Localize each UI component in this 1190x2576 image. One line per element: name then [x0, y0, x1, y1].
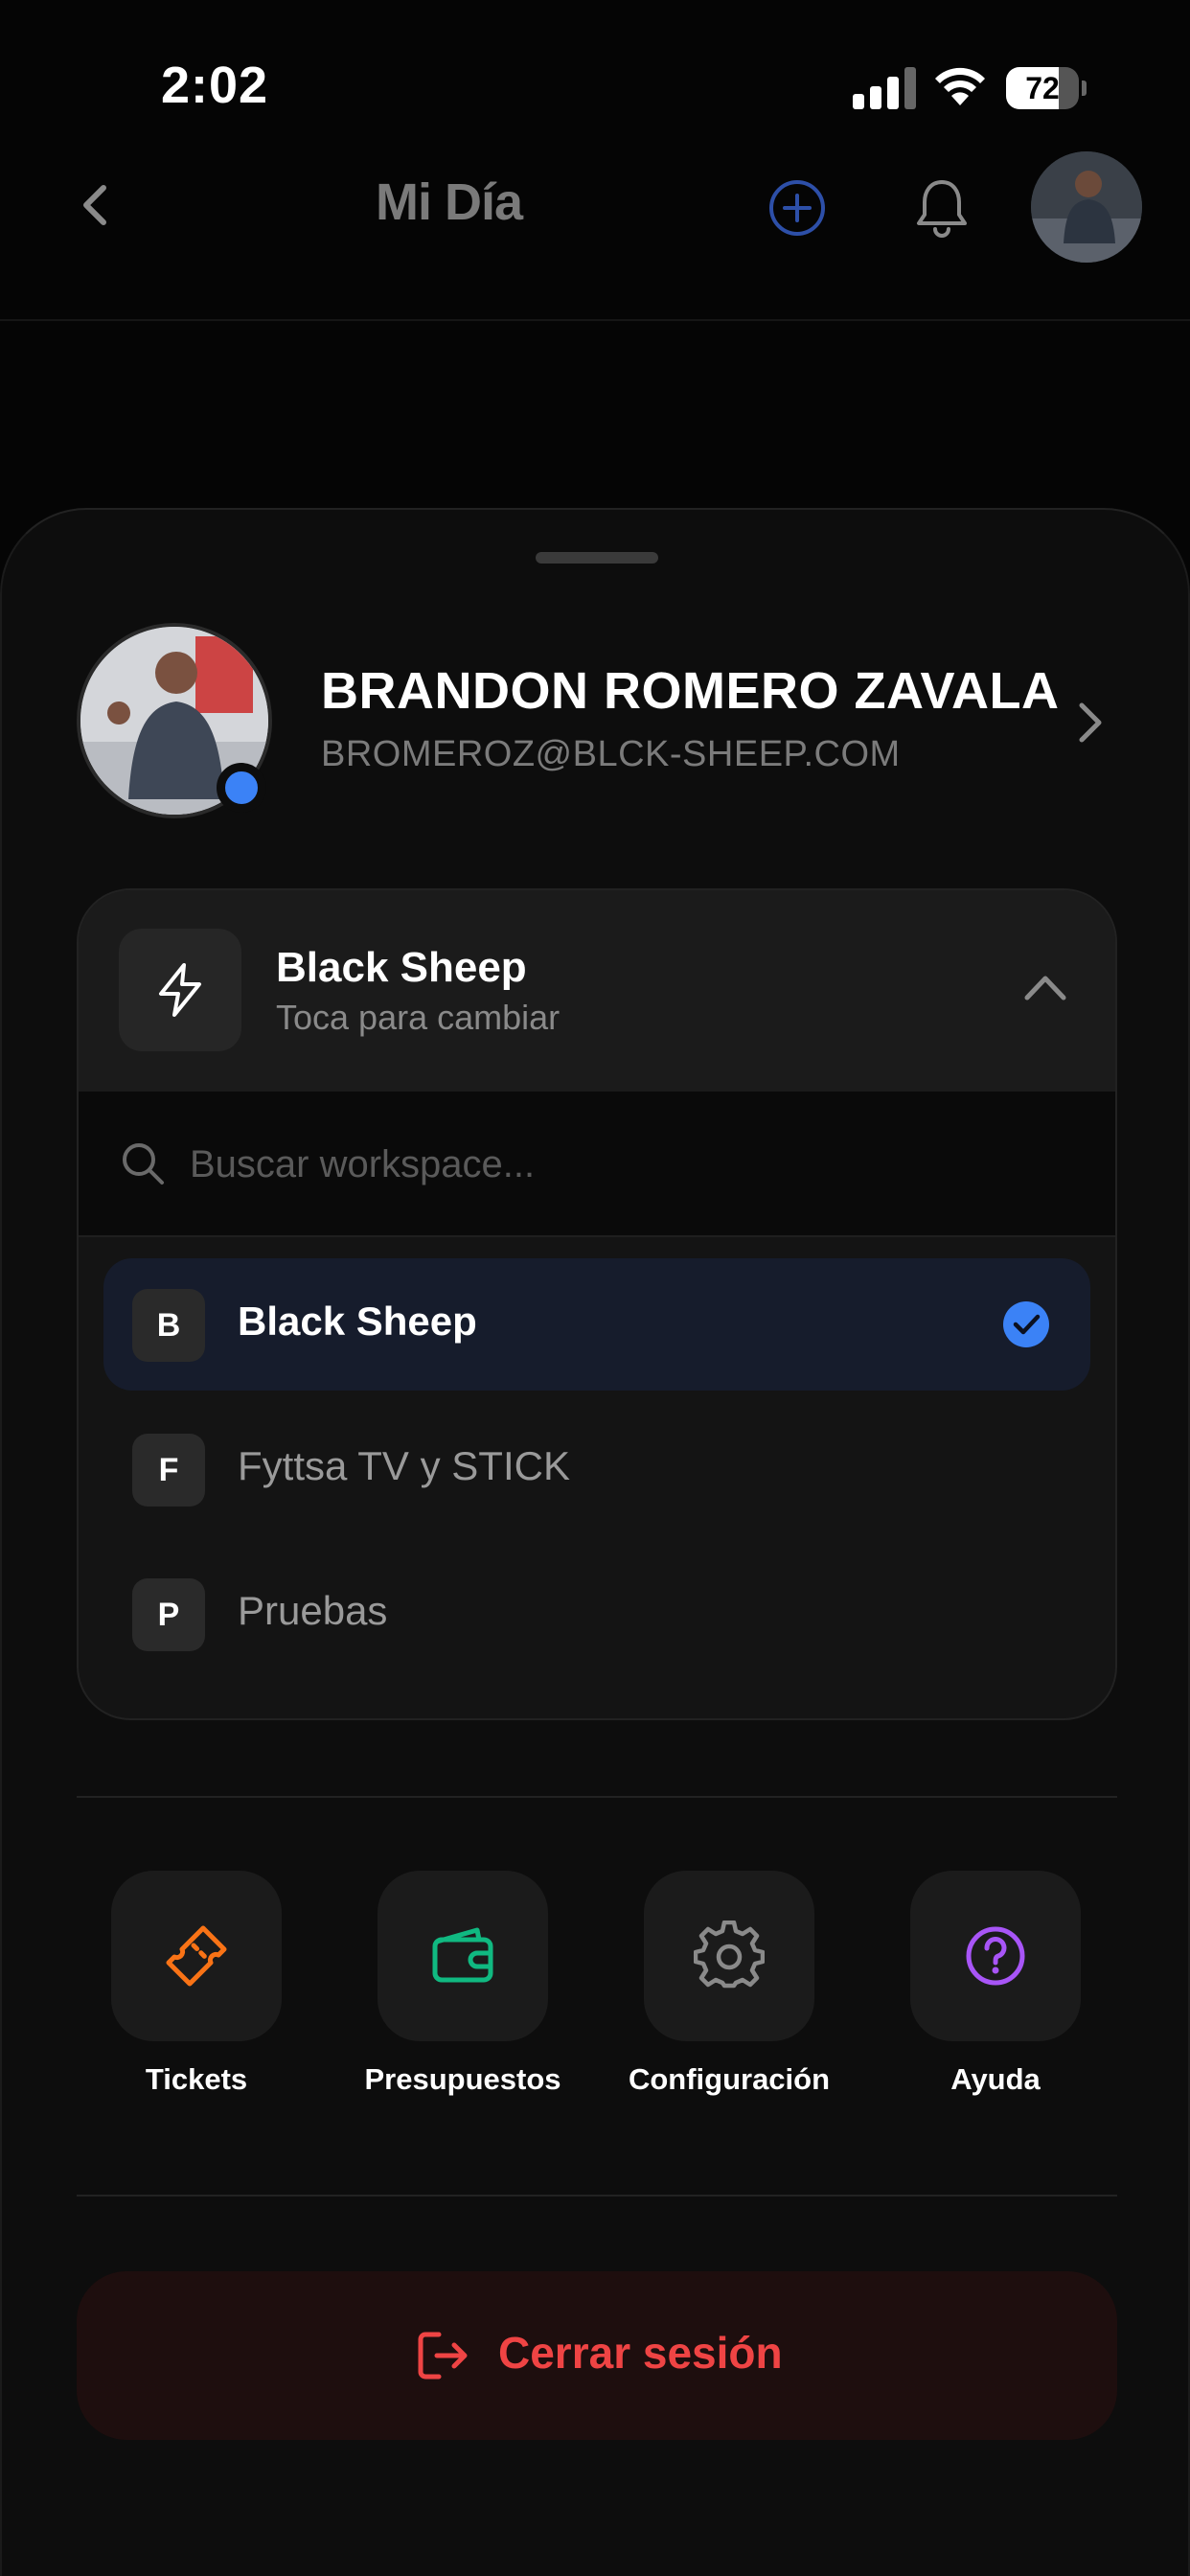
online-status-dot [217, 763, 266, 813]
help-icon [966, 1926, 1025, 1986]
wifi-icon [935, 67, 985, 105]
add-circle-icon[interactable] [767, 177, 828, 239]
workspace-current[interactable]: Black Sheep Toca para cambiar [79, 890, 1115, 1092]
logout-label: Cerrar sesión [498, 2328, 783, 2378]
battery-icon: 72 [1006, 67, 1087, 109]
logout-icon [418, 2332, 468, 2380]
battery-level: 72 [1025, 71, 1060, 105]
action-ayuda[interactable]: Ayuda [885, 1871, 1106, 2120]
ticket-icon [166, 1925, 227, 1987]
action-tickets[interactable]: Tickets [86, 1871, 307, 2120]
workspace-item-fyttsa[interactable]: F Fyttsa TV y STICK [103, 1403, 1090, 1535]
wallet-icon [432, 1927, 493, 1983]
action-label: Ayuda [950, 2062, 1041, 2096]
action-presupuestos[interactable]: Presupuestos [353, 1871, 573, 2120]
profile-name: BRANDON ROMERO ZAVALA [321, 662, 1060, 720]
action-configuracion-tile [644, 1871, 814, 2041]
account-sheet: BRANDON ROMERO ZAVALA BROMEROZ@BLCK-SHEE… [0, 508, 1190, 2576]
notification-bell-icon[interactable] [912, 176, 972, 240]
page-title: Mi Día [376, 173, 523, 231]
sheet-grabber[interactable] [536, 552, 658, 564]
app-header: Mi Día [0, 144, 1190, 321]
workspace-item-label: Black Sheep [238, 1299, 477, 1344]
status-bar: 2:02 72 [0, 0, 1190, 144]
divider [77, 1796, 1117, 1798]
back-chevron-icon[interactable] [71, 178, 125, 232]
cellular-signal-icon [853, 67, 916, 109]
workspace-subtitle: Toca para cambiar [276, 998, 561, 1037]
workspace-letter: P [132, 1578, 205, 1651]
divider [77, 2195, 1117, 2196]
action-ayuda-tile [910, 1871, 1081, 2041]
action-tickets-tile [111, 1871, 282, 2041]
workspace-icon [119, 929, 241, 1051]
action-presupuestos-tile [378, 1871, 548, 2041]
gear-icon [694, 1920, 765, 1989]
workspace-letter: F [132, 1434, 205, 1506]
search-icon [123, 1143, 164, 1184]
workspace-item-label: Pruebas [238, 1588, 388, 1633]
action-label: Presupuestos [364, 2062, 561, 2096]
action-configuracion[interactable]: Configuración [619, 1871, 839, 2120]
workspace-item-black-sheep[interactable]: B Black Sheep [103, 1258, 1090, 1391]
workspace-name: Black Sheep [276, 944, 527, 991]
workspace-switcher: Black Sheep Toca para cambiar B Black Sh… [77, 888, 1117, 1720]
action-label: Tickets [145, 2062, 248, 2096]
chevron-right-icon [1079, 702, 1102, 743]
check-circle-icon [1003, 1301, 1049, 1347]
action-label: Configuración [628, 2062, 831, 2096]
workspace-search-input[interactable] [190, 1130, 1052, 1199]
lightning-icon [159, 963, 201, 1017]
logout-button[interactable]: Cerrar sesión [77, 2271, 1117, 2440]
status-time: 2:02 [161, 57, 269, 114]
workspace-search [79, 1092, 1115, 1237]
header-avatar[interactable] [1031, 151, 1142, 263]
workspace-item-pruebas[interactable]: P Pruebas [103, 1548, 1090, 1680]
profile-email: BROMEROZ@BLCK-SHEEP.COM [321, 734, 901, 774]
profile-row[interactable]: BRANDON ROMERO ZAVALA BROMEROZ@BLCK-SHEE… [77, 623, 1121, 824]
workspace-item-label: Fyttsa TV y STICK [238, 1443, 570, 1488]
chevron-up-icon[interactable] [1021, 967, 1069, 1005]
workspace-letter: B [132, 1289, 205, 1362]
app-screen: 2:02 72 Mi Día BRANDON ROMERO ZAVALA BRO… [0, 0, 1190, 2576]
